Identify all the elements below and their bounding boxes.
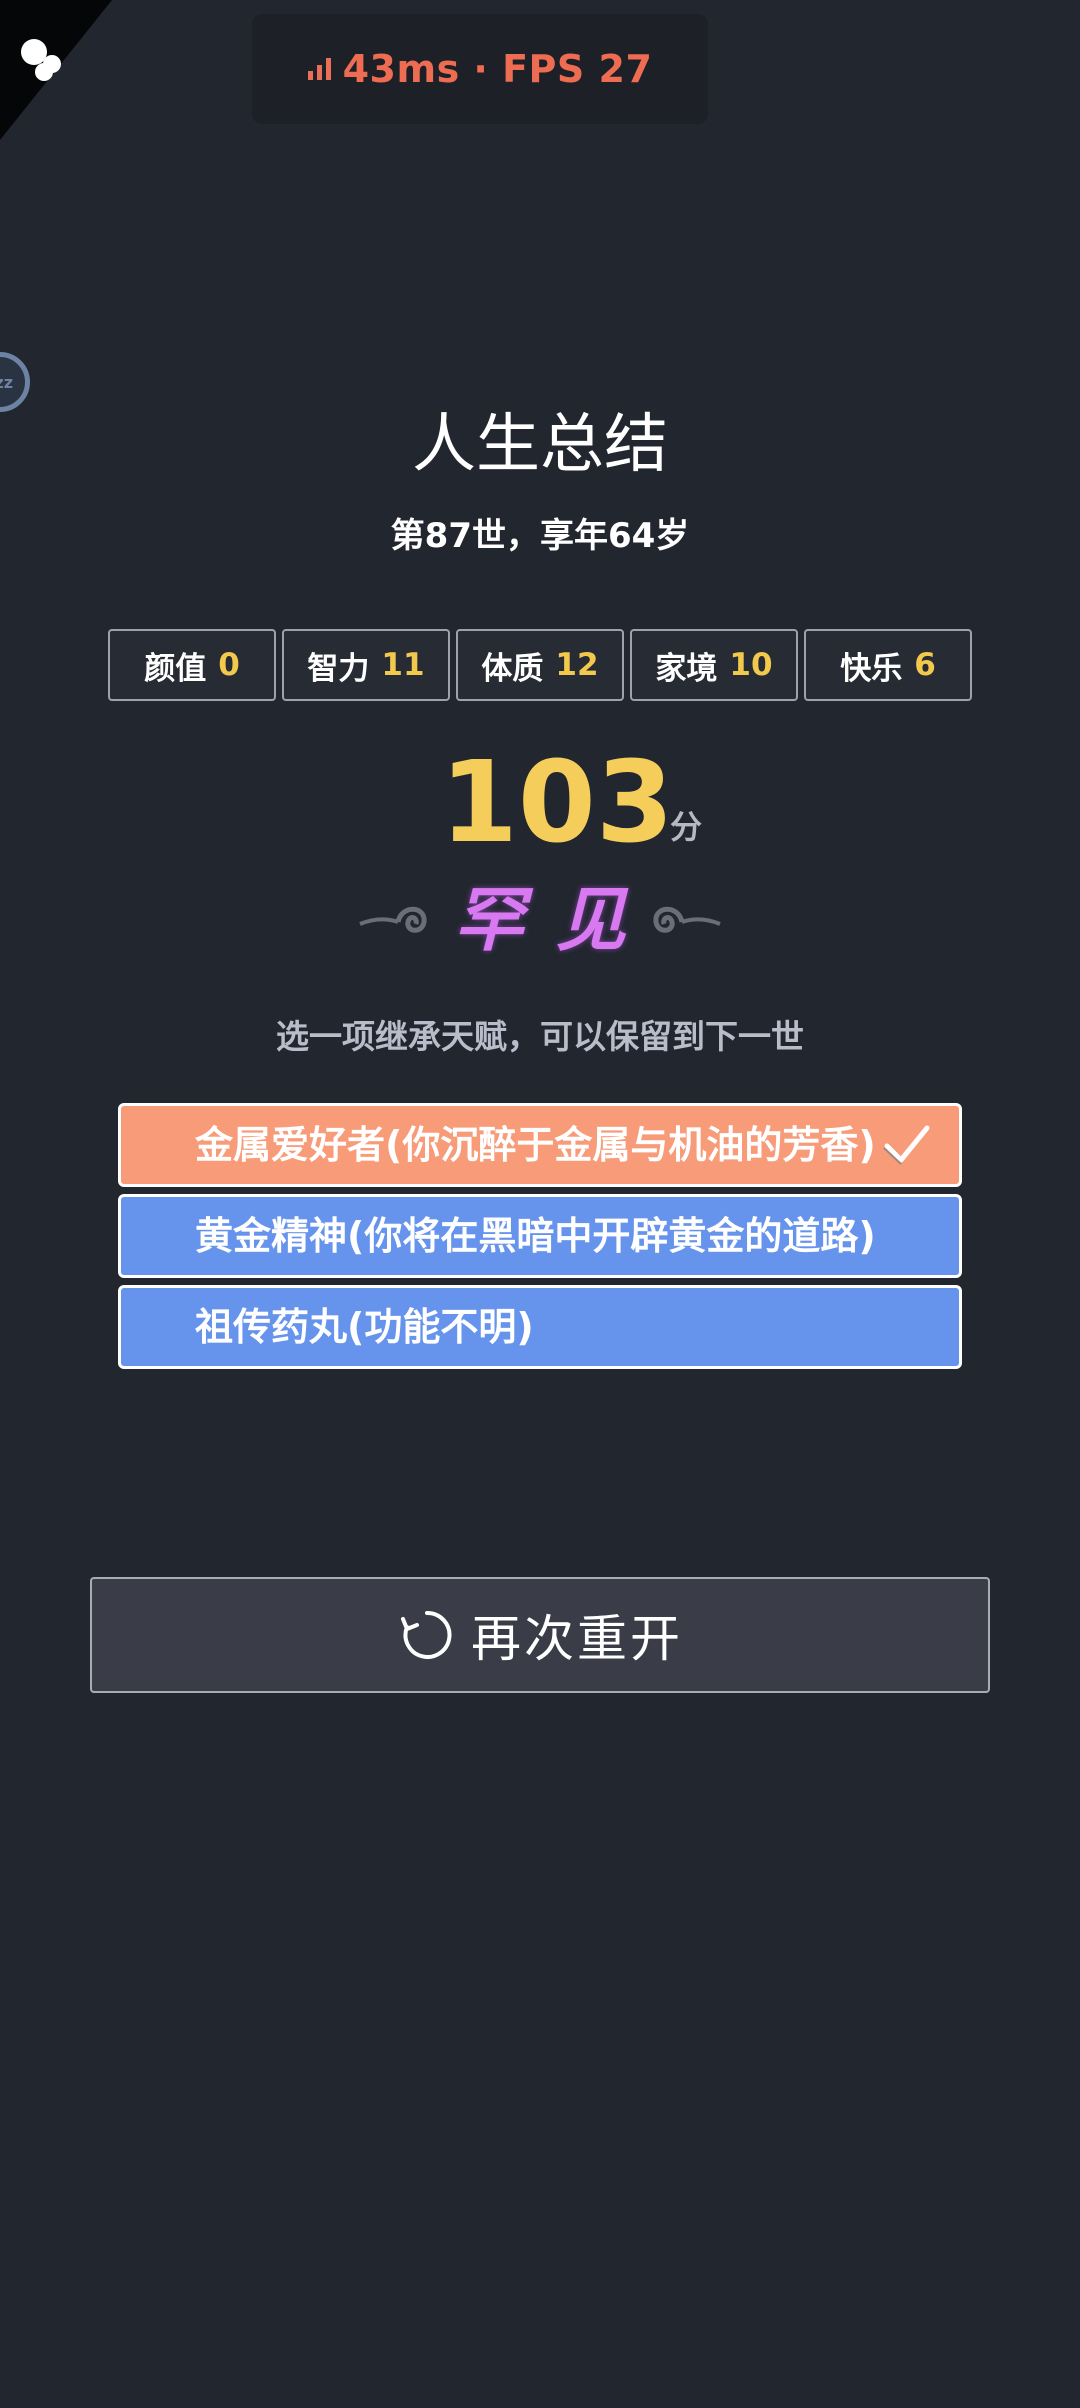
stat-value: 6	[914, 647, 936, 683]
stat-label: 快乐	[840, 650, 903, 687]
score-unit: 分	[670, 808, 703, 846]
inherit-hint: 选一项继承天赋，可以保留到下一世	[276, 1017, 804, 1056]
restart-label: 再次重开	[471, 1610, 683, 1668]
talent-option-label: 黄金精神(你将在黑暗中开辟黄金的道路)	[195, 1214, 876, 1258]
performance-overlay: 43ms · FPS 27	[252, 14, 708, 124]
stat-label: 体质	[481, 650, 544, 687]
checkmark-icon	[883, 1125, 930, 1165]
grade-banner: 罕见	[0, 880, 1080, 960]
stat-value: 11	[381, 647, 425, 683]
page-title: 人生总结	[412, 408, 668, 482]
restart-button[interactable]: 再次重开	[90, 1577, 990, 1693]
stat-happiness: 快乐 6	[804, 629, 972, 701]
talent-option-selected[interactable]: 金属爱好者(你沉醉于金属与机油的芳香)	[118, 1103, 962, 1187]
talent-option-label: 金属爱好者(你沉醉于金属与机油的芳香)	[195, 1123, 876, 1167]
latency-fps-text: 43ms · FPS 27	[342, 47, 653, 91]
grade-label: 罕见	[454, 878, 658, 961]
floating-side-button[interactable]: zz	[0, 352, 30, 412]
stat-family: 家境 10	[630, 629, 798, 701]
talent-option[interactable]: 祖传药丸(功能不明)	[118, 1285, 962, 1369]
stat-value: 12	[555, 647, 599, 683]
talent-option[interactable]: 黄金精神(你将在黑暗中开辟黄金的道路)	[118, 1194, 962, 1278]
total-score: 103	[440, 738, 674, 868]
cloud-ornament-right-icon	[653, 906, 721, 933]
talent-option-label: 祖传药丸(功能不明)	[195, 1305, 534, 1349]
stat-appearance: 颜值 0	[108, 629, 276, 701]
stat-constitution: 体质 12	[456, 629, 624, 701]
life-info: 第87世，享年64岁	[390, 516, 690, 556]
app-logo-icon[interactable]	[0, 0, 112, 140]
attribute-stats: 颜值 0 智力 11 体质 12 家境 10 快乐 6	[108, 629, 972, 701]
stat-label: 智力	[307, 650, 370, 687]
stat-value: 10	[729, 647, 773, 683]
life-summary-screen: 43ms · FPS 27 zz 人生总结 第87世，享年64岁 颜值 0 智力…	[0, 0, 1080, 2408]
stat-label: 颜值	[144, 650, 207, 687]
stat-intelligence: 智力 11	[282, 629, 450, 701]
stat-value: 0	[218, 647, 240, 683]
stat-label: 家境	[655, 650, 718, 687]
signal-bars-icon	[307, 58, 331, 80]
refresh-icon	[401, 1610, 452, 1659]
